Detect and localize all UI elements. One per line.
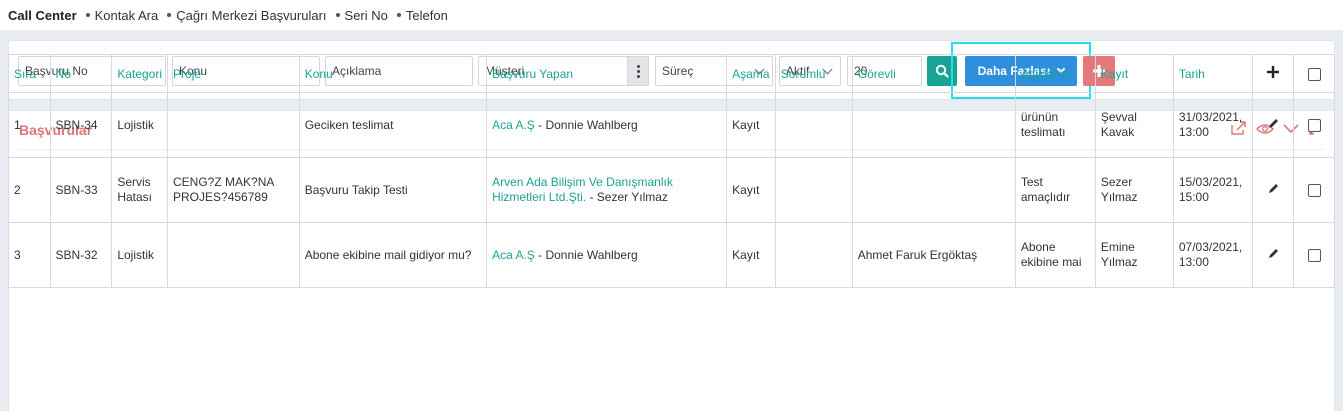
breadcrumb-item-cagri-merkezi[interactable]: Çağrı Merkezi Başvuruları <box>167 8 327 23</box>
cell-tarih: 07/03/2021, 13:00 <box>1172 222 1253 288</box>
cell-basvuru-yapan: Arven Ada Bilişim Ve Danışmanlık Hizmetl… <box>486 157 728 223</box>
cell-select <box>1293 92 1335 158</box>
cell-tarih: 15/03/2021, 15:00 <box>1172 157 1253 223</box>
table-row[interactable]: 1 SBN-34 Lojistik Geciken teslimat Aca A… <box>8 92 1335 158</box>
column-header-konu[interactable]: Konu <box>298 54 488 93</box>
cell-kayit-link[interactable]: Emine Yılmaz <box>1094 222 1174 288</box>
bullet-icon <box>335 13 340 17</box>
pencil-icon[interactable] <box>1268 248 1279 259</box>
firma-link[interactable]: Aca A.Ş <box>492 248 535 262</box>
cell-konu-link[interactable]: Başvuru Takip Testi <box>298 157 488 223</box>
cell-sorumlu <box>774 92 853 158</box>
cell-gorevli: Ahmet Faruk Ergöktaş <box>851 222 1016 288</box>
column-header-sira[interactable]: Sıra <box>8 54 51 93</box>
cell-proje <box>167 92 300 158</box>
column-header-no[interactable]: No <box>49 54 113 93</box>
cell-kategori: Lojistik <box>111 92 169 158</box>
cell-gorevli <box>851 157 1016 223</box>
cell-sira: 1 <box>8 92 51 158</box>
cell-gorevli <box>851 92 1016 158</box>
row-checkbox[interactable] <box>1307 183 1321 197</box>
cell-edit <box>1251 157 1295 223</box>
pencil-icon[interactable] <box>1268 183 1279 194</box>
column-header-proje[interactable]: Proje <box>167 54 300 93</box>
cell-select <box>1293 222 1335 288</box>
breadcrumb-item-telefon[interactable]: Telefon <box>396 8 448 23</box>
cell-aciklama: Abone ekibine mai <box>1014 222 1096 288</box>
breadcrumb: Call Center Kontak Ara Çağrı Merkezi Baş… <box>0 0 1343 30</box>
cell-select <box>1293 157 1335 223</box>
cell-basvuru-yapan: Aca A.Ş - Donnie Wahlberg <box>486 92 728 158</box>
bullet-icon <box>85 13 90 17</box>
cell-no-link[interactable]: SBN-33 <box>49 157 113 223</box>
contact-name: - Sezer Yılmaz <box>586 190 668 204</box>
contact-name: - Donnie Wahlberg <box>534 117 638 132</box>
cell-basvuru-yapan: Aca A.Ş - Donnie Wahlberg <box>486 222 728 288</box>
contact-name: - Donnie Wahlberg <box>534 247 638 262</box>
column-header-kategori[interactable]: Kategori <box>111 54 169 93</box>
cell-no-link[interactable]: SBN-32 <box>49 222 113 288</box>
cell-proje: CENG?Z MAK?NA PROJES?456789 <box>167 157 300 223</box>
breadcrumb-item-seri-no[interactable]: Seri No <box>335 8 388 23</box>
cell-edit <box>1251 222 1295 288</box>
cell-aciklama: Test amaçlıdır <box>1014 157 1096 223</box>
cell-sira: 3 <box>8 222 51 288</box>
firma-link[interactable]: Aca A.Ş <box>492 118 535 132</box>
cell-kayit-link[interactable]: Sezer Yılmaz <box>1094 157 1174 223</box>
cell-asama-link[interactable]: Kayıt <box>726 222 776 288</box>
cell-sorumlu <box>774 157 853 223</box>
cell-edit <box>1251 92 1295 158</box>
column-header-kayit[interactable]: Kayıt <box>1094 54 1174 93</box>
table-row[interactable]: 2 SBN-33 Servis Hatası CENG?Z MAK?NA PRO… <box>8 157 1335 223</box>
cell-asama-link[interactable]: Kayıt <box>726 92 776 158</box>
cell-kategori: Servis Hatası <box>111 157 169 223</box>
row-checkbox[interactable] <box>1307 118 1321 132</box>
column-header-aciklama[interactable]: Açıklama <box>1014 54 1096 93</box>
plus-icon[interactable] <box>1267 66 1280 78</box>
table-header-row: Sıra No Kategori Proje Konu Başvuru Yapa… <box>8 54 1335 93</box>
cell-sorumlu <box>774 222 853 288</box>
breadcrumb-item-kontak-ara[interactable]: Kontak Ara <box>85 8 158 23</box>
cell-asama-link[interactable]: Kayıt <box>726 157 776 223</box>
pencil-icon[interactable] <box>1268 118 1279 129</box>
bullet-icon <box>396 13 401 17</box>
cell-tarih: 31/03/2021, 13:00 <box>1172 92 1253 158</box>
breadcrumb-brand[interactable]: Call Center <box>8 8 77 23</box>
cell-proje <box>167 222 300 288</box>
cell-kayit-link[interactable]: Şevval Kavak <box>1094 92 1174 158</box>
table-row[interactable]: 3 SBN-32 Lojistik Abone ekibine mail gid… <box>8 222 1335 288</box>
column-add[interactable] <box>1251 54 1295 93</box>
bullet-icon <box>167 13 172 17</box>
column-header-gorevli[interactable]: Görevli <box>851 54 1016 93</box>
column-header-basvuru-yapan[interactable]: Başvuru Yapan <box>486 54 728 93</box>
cell-sira: 2 <box>8 157 51 223</box>
cell-aciklama: ürünün teslimatı <box>1014 92 1096 158</box>
cell-konu-link[interactable]: Geciken teslimat <box>298 92 488 158</box>
cell-kategori: Lojistik <box>111 222 169 288</box>
row-checkbox[interactable] <box>1307 248 1321 262</box>
column-header-tarih[interactable]: Tarih <box>1172 54 1253 93</box>
basvurular-table: Sıra No Kategori Proje Konu Başvuru Yapa… <box>8 54 1335 288</box>
cell-no-link[interactable]: SBN-34 <box>49 92 113 158</box>
column-select-all[interactable] <box>1293 54 1335 93</box>
cell-konu-link[interactable]: Abone ekibine mail gidiyor mu? <box>298 222 488 288</box>
select-all-checkbox[interactable] <box>1307 67 1321 81</box>
column-header-sorumlu[interactable]: Sorumlu <box>774 54 853 93</box>
column-header-asama[interactable]: Aşama <box>726 54 776 93</box>
